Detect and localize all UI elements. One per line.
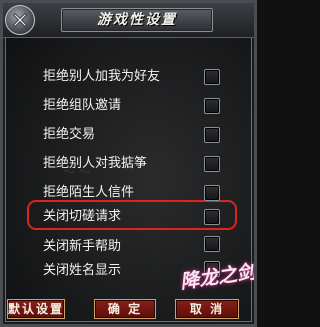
title-bar[interactable]: 游戏性设置	[3, 3, 254, 38]
option-label-close-newbie-help: 关闭新手帮助	[43, 239, 122, 254]
option-label-refuse-friend: 拒绝别人加我为好友	[43, 69, 161, 84]
option-label-refuse-stranger-mail: 拒绝陌生人信件	[43, 185, 135, 200]
close-icon	[13, 13, 27, 27]
option-label-refuse-team: 拒绝组队邀请	[43, 98, 122, 113]
checkbox-refuse-friend[interactable]	[204, 69, 220, 85]
logo-text: 降龙之剑	[178, 260, 257, 294]
title-plate: 游戏性设置	[61, 8, 213, 32]
checkbox-close-duel[interactable]	[204, 209, 220, 225]
game-settings-window: ～ ～ 游戏性设置 拒绝别人加我为好友 拒绝组队邀请 拒绝交易 拒绝别人对我掂筝…	[0, 0, 257, 327]
close-button[interactable]	[5, 5, 35, 35]
option-label-refuse-trade: 拒绝交易	[43, 127, 96, 142]
option-label-refuse-cheer: 拒绝别人对我掂筝	[43, 156, 148, 171]
ok-button[interactable]: 确 定	[94, 299, 156, 319]
option-label-close-name-display: 关闭姓名显示	[43, 263, 122, 278]
checkbox-close-newbie-help[interactable]	[204, 236, 220, 252]
cancel-button[interactable]: 取 消	[175, 299, 239, 319]
default-settings-button[interactable]: 默认设置	[7, 299, 65, 319]
game-logo: 降龙之剑	[179, 255, 254, 299]
checkbox-refuse-stranger-mail[interactable]	[204, 185, 220, 201]
checkbox-refuse-team[interactable]	[204, 98, 220, 114]
window-title: 游戏性设置	[97, 12, 177, 28]
checkbox-refuse-trade[interactable]	[204, 127, 220, 143]
option-label-close-duel: 关闭切磋请求	[43, 209, 122, 224]
checkbox-refuse-cheer[interactable]	[204, 156, 220, 172]
